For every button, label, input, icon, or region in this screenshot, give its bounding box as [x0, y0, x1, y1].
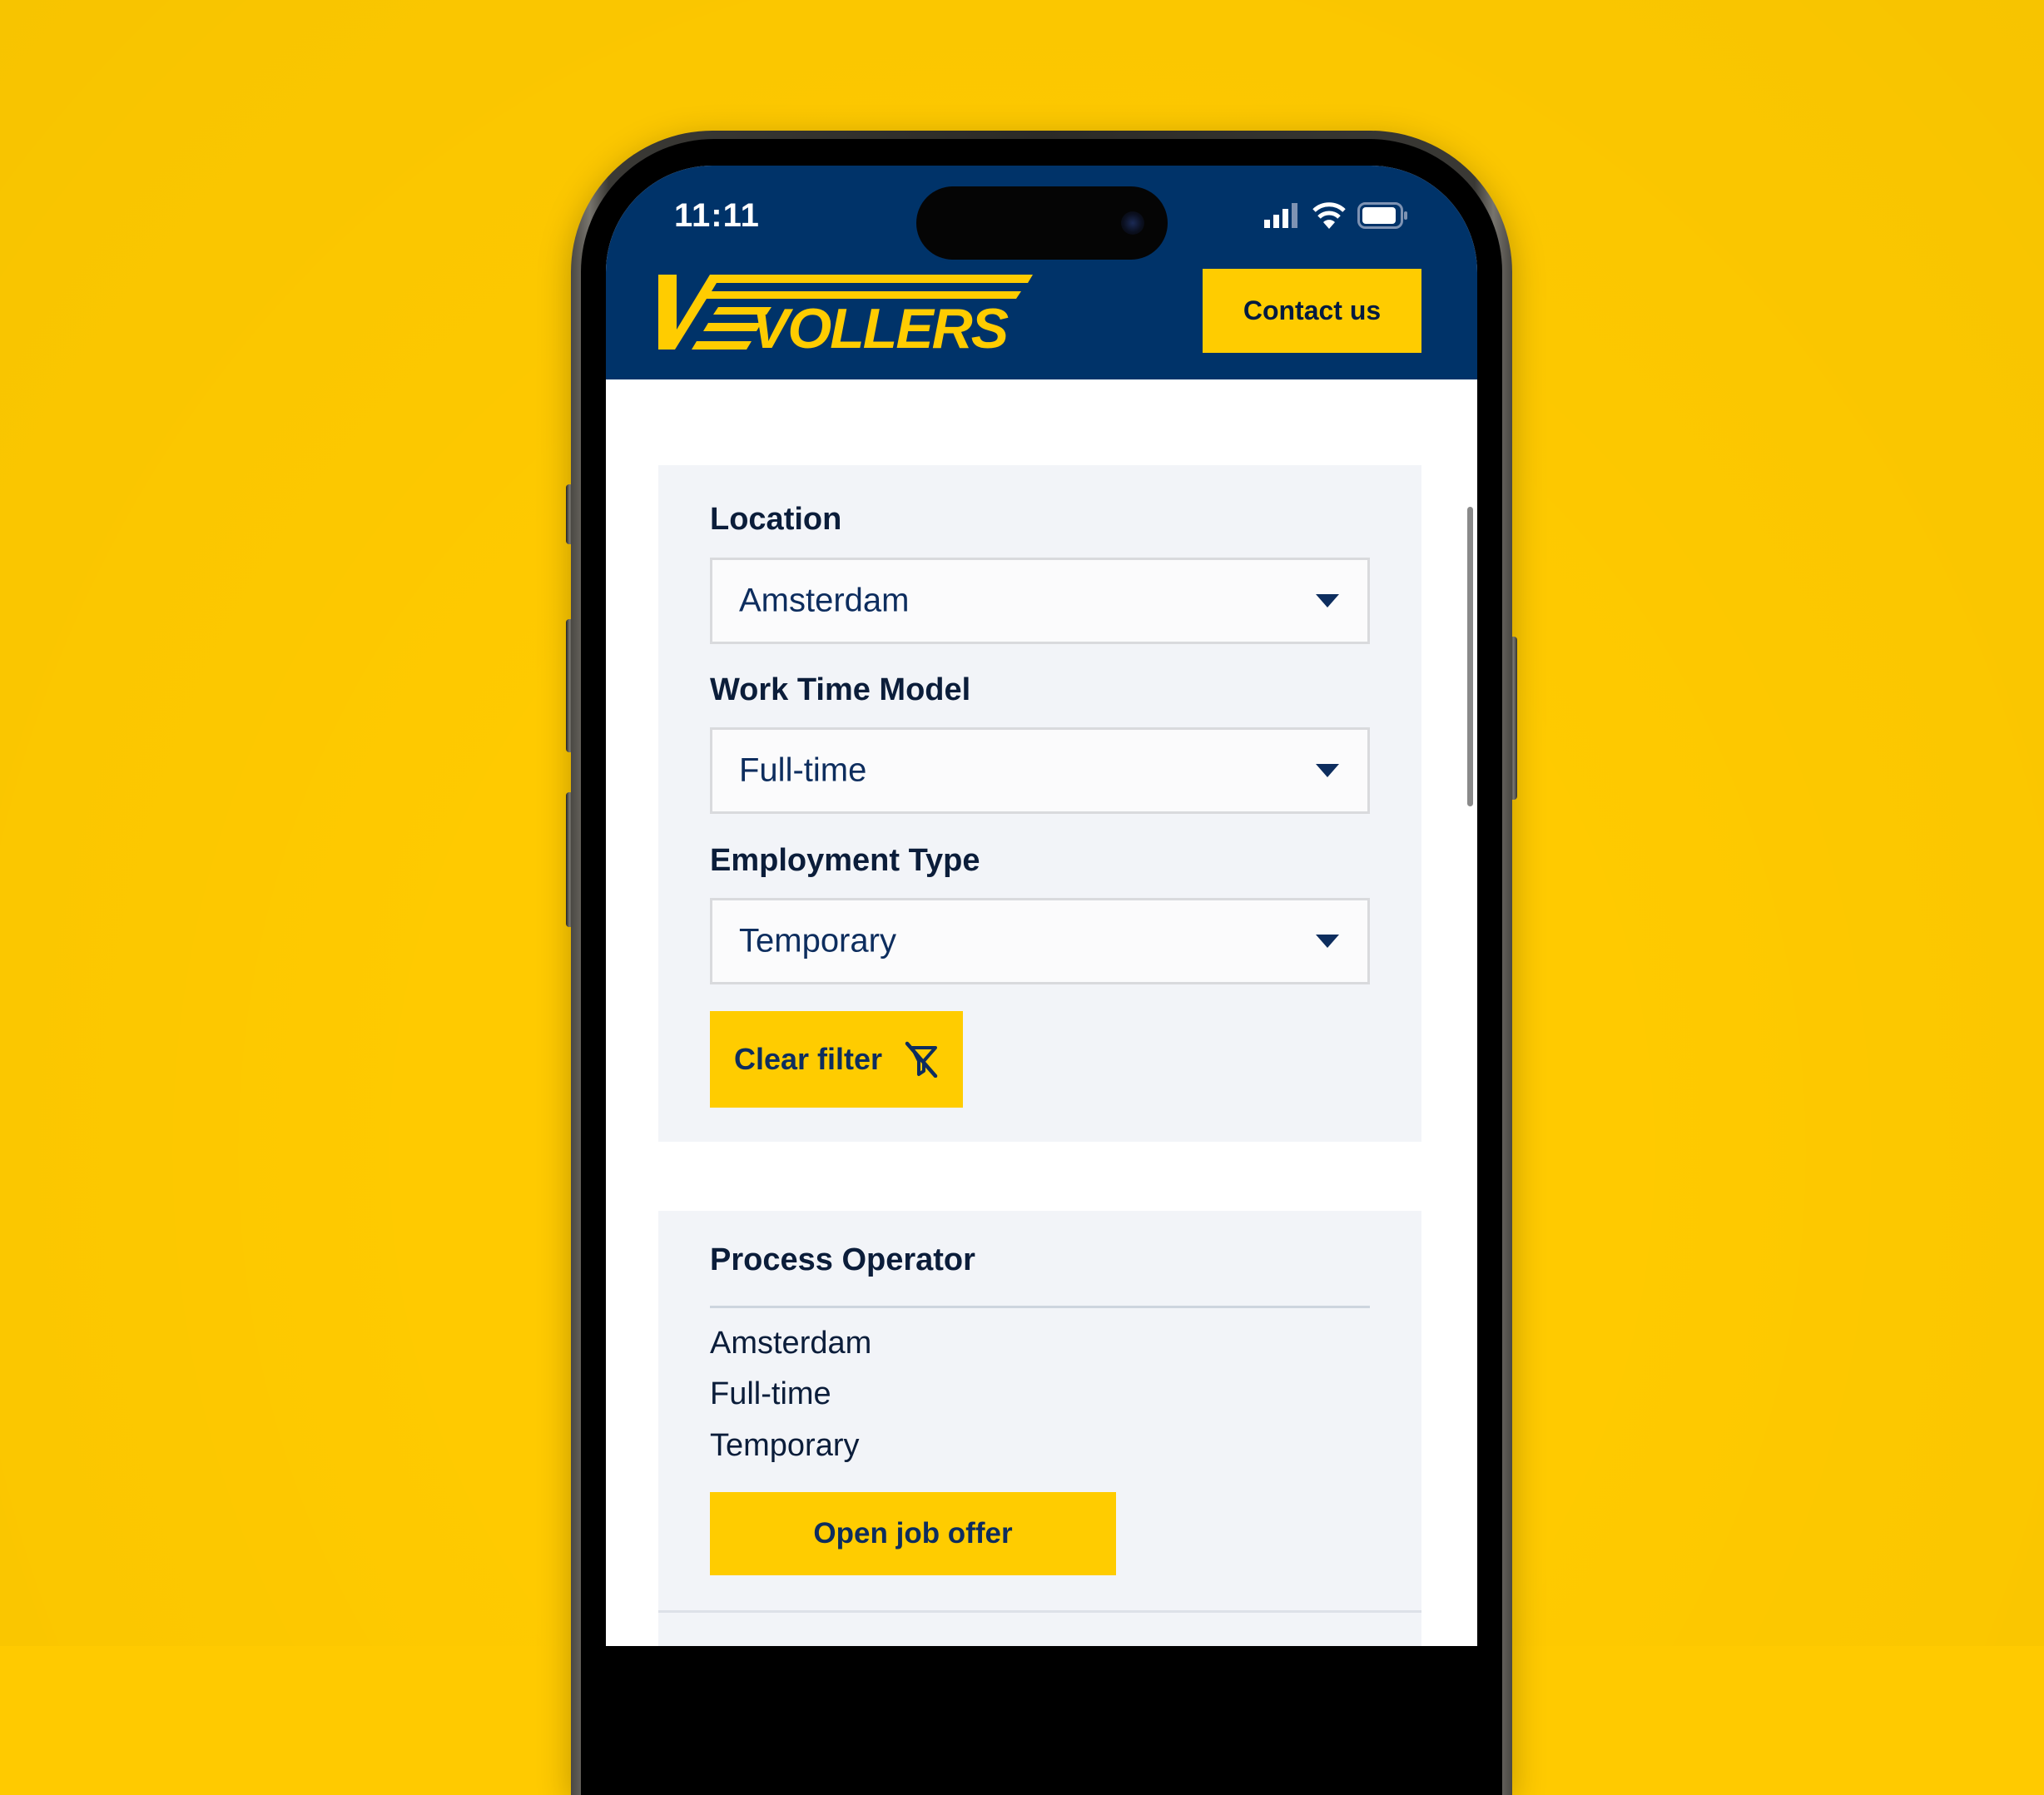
wifi-icon: [1312, 202, 1346, 229]
job-location: Amsterdam: [710, 1326, 872, 1361]
job-card: Process Operator Amsterdam Full-time Tem…: [658, 1211, 1421, 1646]
filter-panel: Location Amsterdam Work Time Model Full-…: [658, 465, 1421, 1142]
divider: [658, 1610, 1421, 1613]
clear-filter-label: Clear filter: [733, 1042, 883, 1076]
employment-type-value: Temporary: [739, 922, 896, 959]
dynamic-island: [916, 186, 1168, 260]
job-title: Process Operator: [710, 1242, 975, 1277]
work-time-model-value: Full-time: [739, 751, 867, 789]
location-value: Amsterdam: [739, 582, 910, 619]
chevron-down-icon: [1316, 594, 1339, 607]
location-select[interactable]: Amsterdam: [710, 558, 1370, 644]
contact-us-button[interactable]: Contact us: [1203, 269, 1421, 353]
camera-icon: [1121, 211, 1144, 235]
employment-type-label: Employment Type: [710, 843, 980, 878]
signal-icon: [1264, 203, 1297, 228]
phone-screen: 11:11 VOLLERS Contact us Location Amster…: [606, 166, 1477, 1646]
employment-type-select[interactable]: Temporary: [710, 898, 1370, 984]
vollers-logo: VOLLERS: [658, 275, 1033, 350]
status-time: 11:11: [674, 197, 760, 234]
battery-icon: [1357, 202, 1407, 229]
logo-text: VOLLERS: [752, 297, 1009, 350]
scrollbar[interactable]: [1467, 507, 1473, 806]
site-header: 11:11 VOLLERS Contact us: [606, 166, 1477, 379]
chevron-down-icon: [1316, 764, 1339, 777]
job-employment-type: Temporary: [710, 1428, 860, 1463]
open-job-offer-button[interactable]: Open job offer: [710, 1492, 1116, 1575]
clear-filter-button[interactable]: Clear filter: [710, 1011, 963, 1108]
work-time-model-select[interactable]: Full-time: [710, 727, 1370, 814]
chevron-down-icon: [1316, 935, 1339, 948]
work-time-model-label: Work Time Model: [710, 672, 971, 707]
location-label: Location: [710, 502, 842, 537]
job-work-time: Full-time: [710, 1376, 831, 1411]
status-icons: [1264, 202, 1409, 229]
divider: [710, 1306, 1370, 1308]
filter-off-icon: [905, 1041, 938, 1078]
